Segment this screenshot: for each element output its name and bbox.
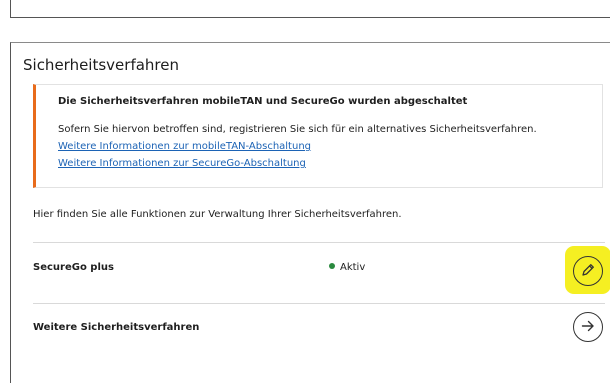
divider <box>33 242 605 243</box>
section-title: Sicherheitsverfahren <box>23 56 179 74</box>
status-dot-icon <box>329 263 335 269</box>
intro-text: Hier finden Sie alle Funktionen zur Verw… <box>33 209 402 220</box>
mobiletan-info-link[interactable]: Weitere Informationen zur mobileTAN-Absc… <box>58 141 311 152</box>
more-methods-button[interactable] <box>573 312 603 342</box>
pencil-icon <box>580 262 596 281</box>
notice-title: Die Sicherheitsverfahren mobileTAN und S… <box>58 96 468 107</box>
securego-info-link[interactable]: Weitere Informationen zur SecureGo-Absch… <box>58 158 306 169</box>
notice-text: Sofern Sie hiervon betroffen sind, regis… <box>58 124 537 135</box>
edit-securego-button[interactable] <box>573 256 603 286</box>
status-badge: Aktiv <box>329 262 365 273</box>
securego-plus-label: SecureGo plus <box>33 262 114 273</box>
arrow-right-icon <box>580 318 596 337</box>
status-text: Aktiv <box>340 262 366 273</box>
more-methods-label: Weitere Sicherheitsverfahren <box>33 322 200 333</box>
deactivation-notice: Die Sicherheitsverfahren mobileTAN und S… <box>33 84 603 188</box>
divider <box>33 303 605 304</box>
previous-card <box>10 0 610 18</box>
